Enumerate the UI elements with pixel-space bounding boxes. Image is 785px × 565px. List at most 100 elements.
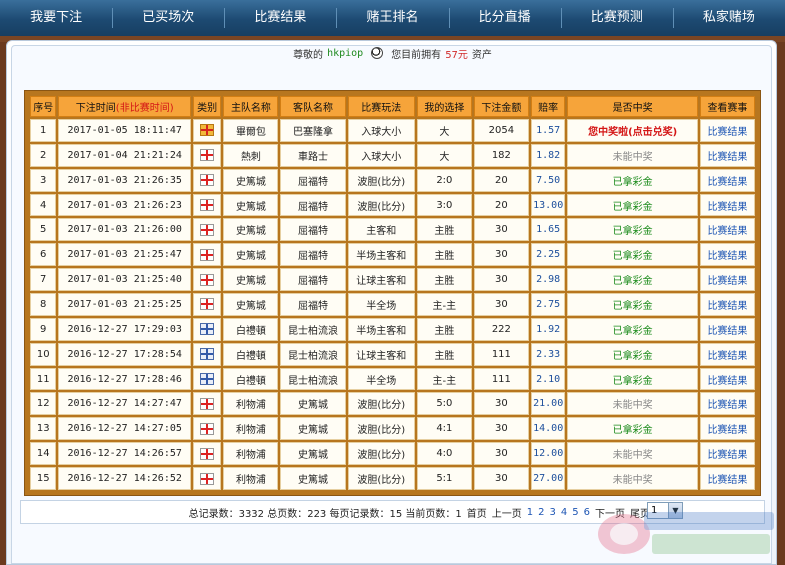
result-status: 已拿彩金 [612, 276, 653, 288]
table-row: 7 2017-01-03 21:25:40 史篤城 屈福特 让球主客和 主胜 30 2.98 已… [30, 268, 755, 292]
pager-page-1[interactable]: 1 [527, 507, 533, 518]
team-flag-icon [200, 323, 215, 336]
cell-play: 波胆(比分) [347, 467, 415, 490]
team-flag-icon [200, 298, 215, 311]
nav-match-results[interactable]: 比赛结果 [224, 0, 336, 36]
nav-private-casino[interactable]: 私家赌场 [672, 0, 785, 36]
cell-result: 未能中奖 [567, 143, 698, 167]
cell-amount: 111 [473, 342, 529, 366]
greeting-suffix: 资产 [471, 49, 492, 61]
team-flag-icon [200, 124, 215, 137]
cell-view[interactable]: 比赛结果 [699, 243, 755, 267]
pager-page-6[interactable]: 6 [584, 507, 590, 518]
team-flag-icon [200, 422, 215, 435]
cell-view[interactable]: 比赛结果 [699, 143, 755, 167]
team-flag-icon [200, 397, 215, 410]
result-status: 已拿彩金 [612, 425, 653, 437]
cell-amount: 20 [473, 168, 529, 192]
cell-away: 巴塞隆拿 [280, 119, 346, 142]
cell-category [192, 218, 222, 242]
cell-no: 8 [30, 293, 57, 316]
pager-prev[interactable]: 上一页 [492, 505, 522, 520]
cell-view[interactable]: 比赛结果 [699, 218, 755, 242]
col-choice: 我的选择 [416, 96, 472, 117]
cell-time: 2017-01-03 21:25:47 [58, 243, 191, 267]
cell-category [192, 392, 222, 416]
table-row: 10 2016-12-27 17:28:54 白禮頓 昆士柏流浪 让球主客和 主胜 111 2… [30, 342, 755, 366]
cell-category [192, 193, 222, 217]
cell-view[interactable]: 比赛结果 [699, 367, 755, 391]
pager-page-5[interactable]: 5 [572, 507, 578, 518]
cell-result: 已拿彩金 [567, 317, 698, 341]
cell-odds: 13.00 [530, 193, 566, 217]
pager-page-2[interactable]: 2 [538, 507, 544, 518]
nav-place-bet[interactable]: 我要下注 [0, 0, 112, 36]
result-status: 已拿彩金 [612, 350, 653, 362]
cell-amount: 30 [473, 218, 529, 242]
cell-odds: 2.98 [530, 268, 566, 292]
cell-choice: 大 [416, 119, 472, 142]
cell-view[interactable]: 比赛结果 [699, 119, 755, 142]
result-status: 已拿彩金 [612, 375, 653, 387]
cell-time: 2016-12-27 14:26:57 [58, 442, 191, 466]
cell-home: 史篤城 [223, 193, 279, 217]
cell-choice: 大 [416, 143, 472, 167]
cell-play: 半全场 [347, 293, 415, 316]
cell-view[interactable]: 比赛结果 [699, 392, 755, 416]
table-row: 14 2016-12-27 14:26:57 利物浦 史篤城 波胆(比分) 4:0 30 12… [30, 442, 755, 466]
cell-home: 史篤城 [223, 268, 279, 292]
col-view: 查看赛事 [699, 96, 755, 117]
cell-time: 2016-12-27 14:27:05 [58, 417, 191, 441]
cell-home: 利物浦 [223, 417, 279, 441]
top-nav: 我要下注 已买场次 比赛结果 赌王排名 比分直播 比赛预测 私家赌场 [0, 0, 785, 36]
greeting-middle: 您目前拥有 [391, 49, 442, 61]
cell-amount: 111 [473, 367, 529, 391]
cell-time: 2017-01-03 21:25:25 [58, 293, 191, 316]
result-status: 未能中奖 [612, 151, 653, 163]
pager-first[interactable]: 首页 [467, 505, 487, 520]
cell-time: 2017-01-03 21:25:40 [58, 268, 191, 292]
cell-view[interactable]: 比赛结果 [699, 168, 755, 192]
nav-prediction[interactable]: 比赛预测 [560, 0, 673, 36]
cell-choice: 5:0 [416, 392, 472, 416]
cell-no: 3 [30, 168, 57, 192]
cell-time: 2016-12-27 17:28:54 [58, 342, 191, 366]
cell-play: 波胆(比分) [347, 442, 415, 466]
cell-amount: 182 [473, 143, 529, 167]
cell-odds: 1.57 [530, 119, 566, 142]
pager-page-3[interactable]: 3 [550, 507, 556, 518]
cell-view[interactable]: 比赛结果 [699, 293, 755, 316]
cell-view[interactable]: 比赛结果 [699, 417, 755, 441]
nav-live-score[interactable]: 比分直播 [448, 0, 561, 36]
cell-no: 13 [30, 417, 57, 441]
cell-away: 屈福特 [280, 268, 346, 292]
cell-view[interactable]: 比赛结果 [699, 467, 755, 490]
team-flag-icon [200, 223, 215, 236]
cell-amount: 222 [473, 317, 529, 341]
cell-view[interactable]: 比赛结果 [699, 442, 755, 466]
result-status[interactable]: 您中奖啦(点击兑奖) [588, 127, 677, 138]
cell-view[interactable]: 比赛结果 [699, 268, 755, 292]
cell-view[interactable]: 比赛结果 [699, 193, 755, 217]
cell-away: 昆士柏流浪 [280, 317, 346, 341]
cell-view[interactable]: 比赛结果 [699, 317, 755, 341]
nav-bought-matches[interactable]: 已买场次 [112, 0, 224, 36]
cell-time: 2017-01-03 21:26:23 [58, 193, 191, 217]
cell-no: 5 [30, 218, 57, 242]
cell-play: 入球大小 [347, 143, 415, 167]
cell-odds: 2.75 [530, 293, 566, 316]
cell-play: 波胆(比分) [347, 417, 415, 441]
username: hkpiop [327, 47, 364, 59]
cell-time: 2016-12-27 17:29:03 [58, 317, 191, 341]
cell-category [192, 442, 222, 466]
pager-page-4[interactable]: 4 [561, 507, 567, 518]
cell-category [192, 268, 222, 292]
greeting-bar: 尊敬的 hkpiop 您目前拥有 57元 资产 [0, 44, 785, 62]
nav-ranking[interactable]: 赌王排名 [336, 0, 448, 36]
cell-result: 已拿彩金 [567, 218, 698, 242]
cell-choice: 3:0 [416, 193, 472, 217]
table-header-row: 序号 下注时间(非比赛时间) 类别 主队名称 客队名称 比赛玩法 我的选择 下注… [30, 96, 755, 117]
asset-amount: 57元 [445, 49, 468, 61]
cell-view[interactable]: 比赛结果 [699, 342, 755, 366]
cell-away: 屈福特 [280, 293, 346, 316]
